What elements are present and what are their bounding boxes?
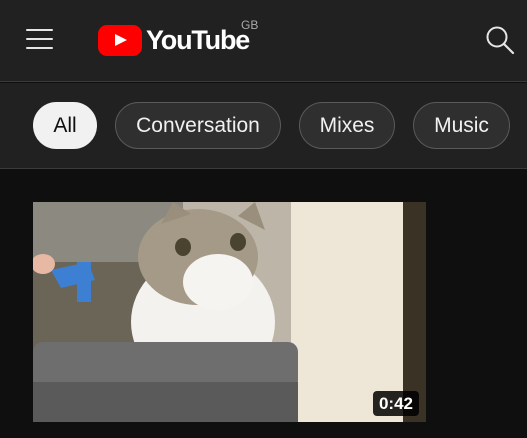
chip-conversation[interactable]: Conversation [115, 102, 281, 149]
logo-text: YouTube [146, 24, 250, 55]
region-code: GB [241, 18, 259, 32]
chip-all[interactable]: All [33, 102, 97, 149]
hamburger-menu-icon[interactable] [26, 29, 53, 49]
thumbnail-image [33, 202, 426, 422]
youtube-logo[interactable]: YouTube [98, 22, 250, 58]
chip-music[interactable]: Music [413, 102, 510, 149]
youtube-play-icon [98, 24, 142, 56]
search-icon[interactable] [484, 24, 516, 56]
video-thumbnail[interactable]: 0:42 [33, 202, 426, 422]
chip-mixes[interactable]: Mixes [299, 102, 395, 149]
video-duration-badge: 0:42 [372, 391, 419, 416]
filter-chip-bar: All Conversation Mixes Music [0, 83, 527, 169]
top-app-bar: YouTube GB [0, 0, 527, 82]
